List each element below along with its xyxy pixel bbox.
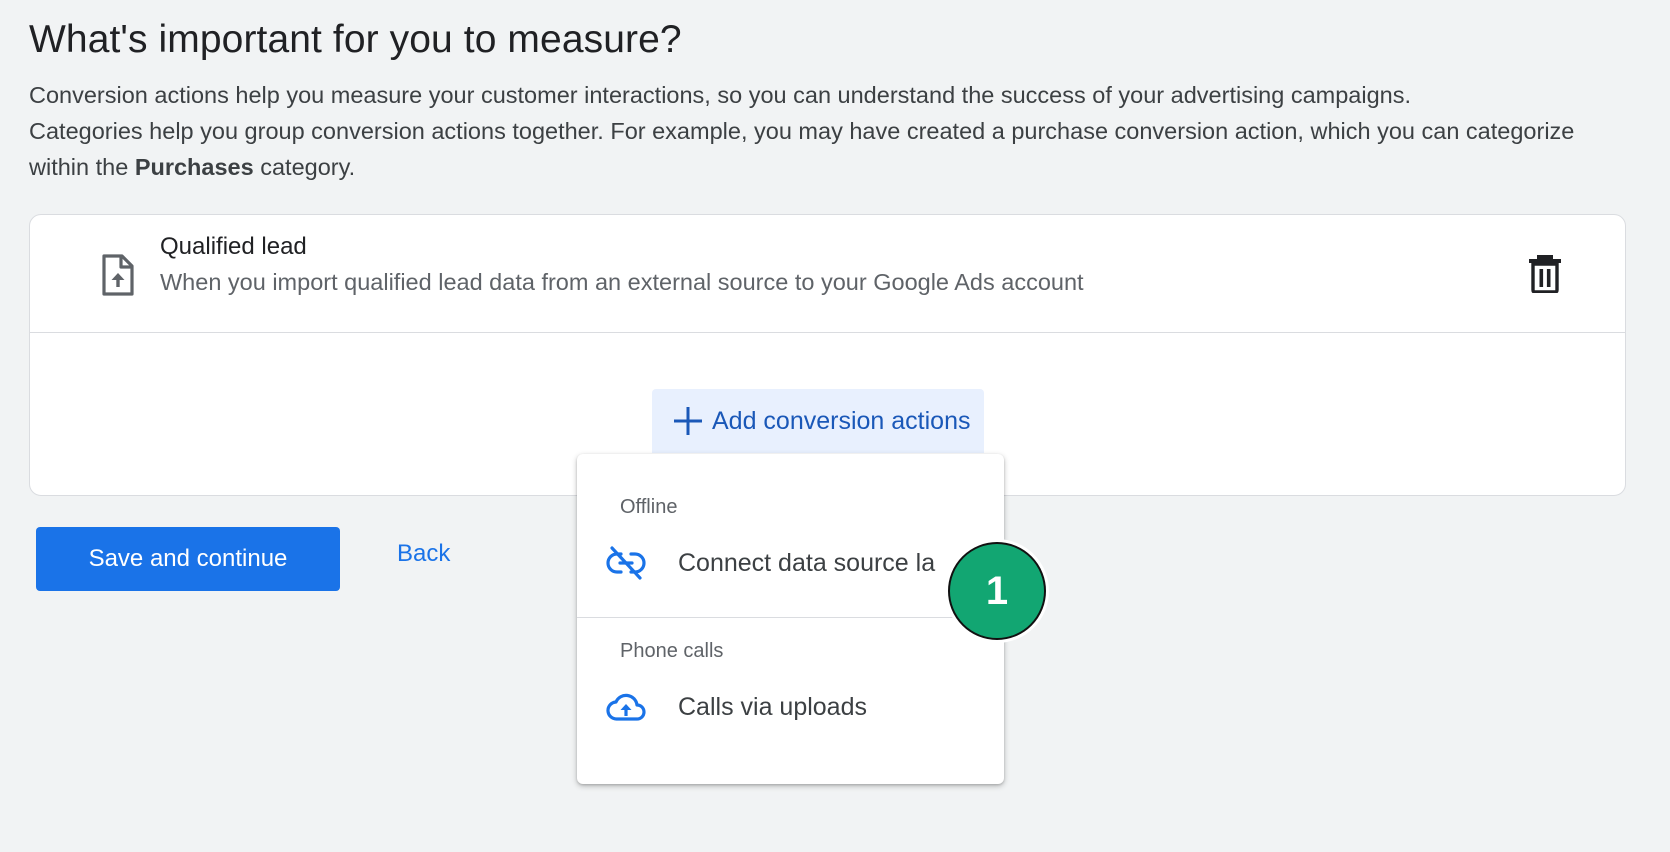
link-off-icon (606, 546, 646, 580)
add-conversion-actions-button[interactable]: Add conversion actions (652, 389, 984, 453)
menu-item-connect-data-source[interactable]: Connect data source la (577, 533, 1004, 593)
file-upload-icon (102, 254, 134, 296)
add-conversion-actions-menu: Offline Connect data source la Phone cal… (577, 454, 1004, 784)
page: What's important for you to measure? Con… (0, 0, 1670, 852)
conversion-action-title: Qualified lead (160, 233, 307, 260)
add-conversion-actions-label: Add conversion actions (712, 406, 971, 435)
back-button[interactable]: Back (397, 540, 450, 568)
description-bold-category: Purchases (134, 154, 254, 180)
conversion-action-row: Qualified lead When you import qualified… (30, 215, 1625, 333)
page-title: What's important for you to measure? (29, 18, 682, 61)
menu-item-calls-via-uploads[interactable]: Calls via uploads (577, 677, 1004, 737)
step-badge-number: 1 (948, 542, 1046, 640)
description-suffix: category. (253, 154, 356, 180)
menu-item-calls-via-uploads-label: Calls via uploads (678, 692, 867, 721)
menu-section-offline: Offline (620, 496, 678, 518)
plus-icon (674, 407, 702, 435)
menu-divider (577, 617, 1004, 618)
step-badge: 1 (945, 539, 1049, 643)
conversion-action-subtitle: When you import qualified lead data from… (160, 269, 1084, 295)
menu-section-phone-calls: Phone calls (620, 640, 724, 662)
save-and-continue-button[interactable]: Save and continue (36, 527, 340, 591)
menu-item-connect-data-source-label: Connect data source la (678, 548, 936, 577)
trash-icon[interactable] (1527, 253, 1563, 293)
description-line-1: Conversion actions help you measure your… (29, 82, 1412, 108)
page-description: Conversion actions help you measure your… (29, 77, 1629, 185)
cloud-upload-icon (606, 693, 646, 721)
